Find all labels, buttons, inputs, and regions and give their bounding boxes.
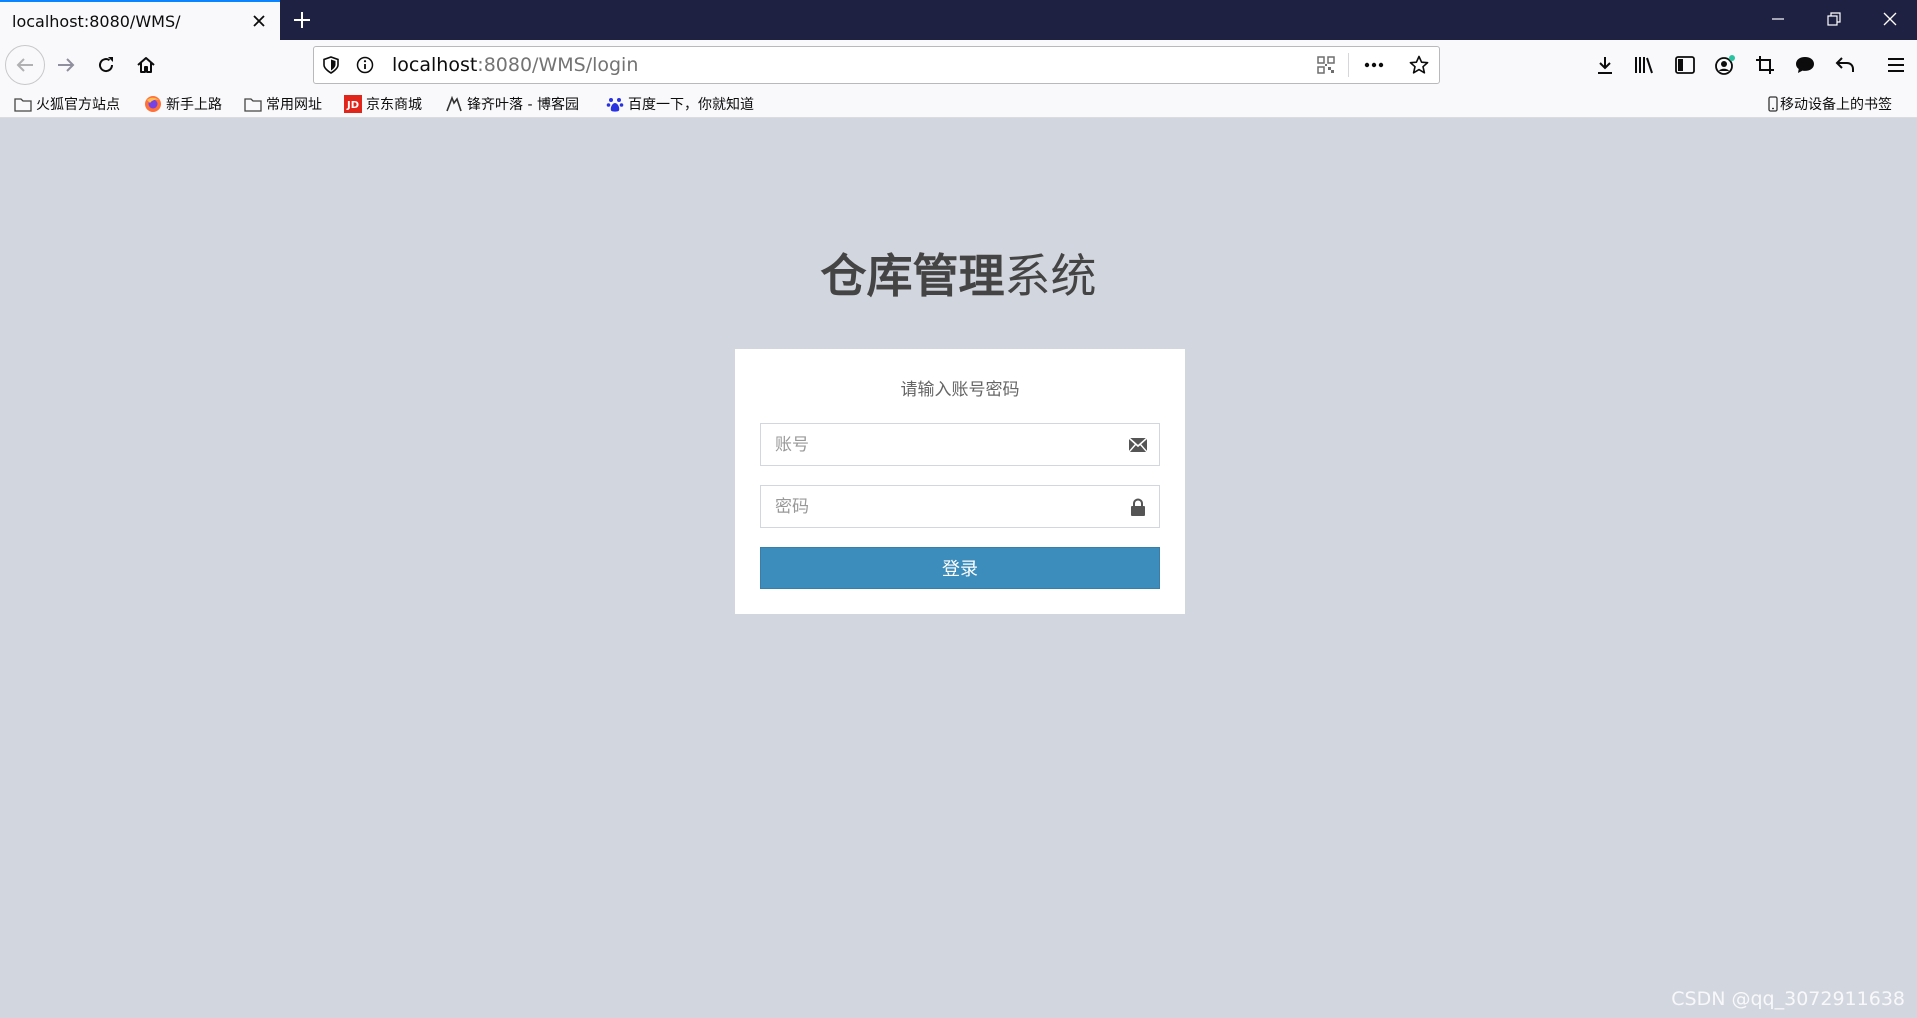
login-message: 请输入账号密码 bbox=[900, 380, 1020, 400]
cnblogs-icon bbox=[445, 95, 463, 113]
jd-icon: JD bbox=[344, 95, 362, 113]
mobile-bookmarks-label: 移动设备上的书签 bbox=[1780, 97, 1892, 113]
minimize-icon[interactable] bbox=[1750, 0, 1806, 38]
bookmark-item[interactable]: 常用网址 bbox=[244, 93, 322, 115]
bookmark-item[interactable]: 锋齐叶落 - 博客园 bbox=[445, 93, 579, 115]
qr-code-icon[interactable] bbox=[1304, 47, 1348, 83]
chat-icon[interactable] bbox=[1789, 49, 1821, 81]
bookmarks-toolbar: 火狐官方站点 新手上路 常用网址 JD 京东商城 锋齐叶落 - 博客园 百度一下… bbox=[0, 90, 1917, 118]
bookmark-label: 新手上路 bbox=[166, 97, 222, 113]
undo-icon[interactable] bbox=[1829, 49, 1861, 81]
browser-window: localhost:8080/WMS/ localhost:8080/WMS/l… bbox=[0, 0, 1917, 1018]
account-icon[interactable] bbox=[1709, 49, 1741, 81]
folder-icon bbox=[244, 95, 262, 113]
bookmark-item[interactable]: 火狐官方站点 bbox=[14, 93, 120, 115]
username-input[interactable] bbox=[761, 424, 1159, 465]
url-path: :8080/WMS/login bbox=[477, 54, 639, 76]
page-content: 仓库管理系统 请输入账号密码 登录 CSDN @qq_3072911638 bbox=[0, 119, 1917, 1018]
login-logo: 仓库管理系统 bbox=[0, 253, 1917, 299]
restore-icon[interactable] bbox=[1806, 0, 1862, 38]
close-window-icon[interactable] bbox=[1862, 0, 1917, 38]
forward-arrow-icon bbox=[58, 58, 75, 72]
bookmark-label: 锋齐叶落 - 博客园 bbox=[467, 97, 579, 113]
bookmark-label: 火狐官方站点 bbox=[36, 97, 120, 113]
forward-button[interactable] bbox=[46, 45, 86, 85]
mobile-bookmarks[interactable]: 移动设备上的书签 bbox=[1768, 93, 1892, 115]
bookmark-item[interactable]: 百度一下，你就知道 bbox=[606, 93, 754, 115]
folder-icon bbox=[14, 95, 32, 113]
url-bar[interactable]: localhost:8080/WMS/login bbox=[313, 46, 1440, 84]
svg-text:JD: JD bbox=[346, 100, 359, 111]
firefox-icon bbox=[144, 95, 162, 113]
reload-button[interactable] bbox=[86, 45, 126, 85]
password-field bbox=[760, 485, 1160, 528]
logo-light-text: 系统 bbox=[1004, 249, 1097, 303]
watermark: CSDN @qq_3072911638 bbox=[1671, 988, 1905, 1010]
login-button[interactable]: 登录 bbox=[760, 547, 1160, 589]
hamburger-menu-icon[interactable] bbox=[1880, 49, 1912, 81]
tracking-shield-icon[interactable] bbox=[314, 47, 348, 83]
home-icon bbox=[137, 57, 155, 73]
url-host: localhost bbox=[392, 54, 478, 76]
back-button[interactable] bbox=[5, 45, 45, 85]
site-info-icon[interactable] bbox=[348, 47, 382, 83]
username-field bbox=[760, 423, 1160, 466]
logo-bold-text: 仓库管理 bbox=[820, 249, 1005, 303]
lock-icon bbox=[1127, 497, 1149, 517]
envelope-icon bbox=[1127, 435, 1149, 455]
back-arrow-icon bbox=[16, 58, 33, 72]
screenshot-icon[interactable] bbox=[1749, 49, 1781, 81]
bookmark-item[interactable]: JD 京东商城 bbox=[344, 93, 422, 115]
bookmark-item[interactable]: 新手上路 bbox=[144, 93, 222, 115]
reload-icon bbox=[99, 57, 114, 73]
close-tab-icon[interactable] bbox=[246, 8, 272, 34]
bookmark-label: 常用网址 bbox=[266, 97, 322, 113]
login-box: 请输入账号密码 登录 bbox=[735, 349, 1185, 614]
bookmark-star-icon[interactable] bbox=[1399, 47, 1439, 83]
mobile-device-icon bbox=[1768, 95, 1778, 113]
page-actions-icon[interactable] bbox=[1349, 47, 1399, 83]
url-text[interactable]: localhost:8080/WMS/login bbox=[392, 54, 1304, 76]
tab-title: localhost:8080/WMS/ bbox=[12, 11, 181, 31]
new-tab-icon[interactable] bbox=[286, 4, 318, 36]
bookmark-label: 百度一下，你就知道 bbox=[628, 97, 754, 113]
password-input[interactable] bbox=[761, 486, 1159, 527]
downloads-icon[interactable] bbox=[1589, 49, 1621, 81]
sidebar-icon[interactable] bbox=[1669, 49, 1701, 81]
tab-strip: localhost:8080/WMS/ bbox=[0, 0, 1917, 40]
tab-active[interactable]: localhost:8080/WMS/ bbox=[0, 0, 280, 40]
home-button[interactable] bbox=[126, 45, 166, 85]
bookmark-label: 京东商城 bbox=[366, 97, 422, 113]
baidu-paw-icon bbox=[606, 95, 624, 113]
library-icon[interactable] bbox=[1629, 49, 1661, 81]
navigation-toolbar: localhost:8080/WMS/login bbox=[0, 40, 1917, 90]
